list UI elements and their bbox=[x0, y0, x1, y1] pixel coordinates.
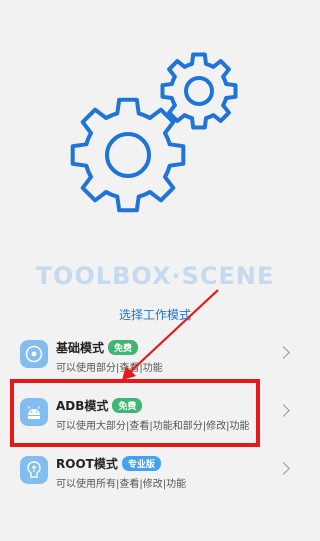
root-icon bbox=[20, 456, 48, 484]
option-description: 可以使用部分|查看|功能 bbox=[56, 363, 163, 374]
chevron-right-icon bbox=[277, 462, 290, 475]
highlight-box bbox=[10, 379, 260, 447]
large-gear-icon bbox=[70, 97, 186, 213]
app-brand-title: TOOLBOX·SCENE bbox=[35, 262, 275, 290]
option-title: 基础模式 免费 bbox=[56, 339, 139, 356]
page-subtitle: 选择工作模式 bbox=[118, 308, 191, 322]
gears-illustration bbox=[70, 52, 238, 213]
chevron-right-icon bbox=[277, 404, 290, 417]
option-description: 可以使用所有|查看|修改|功能 bbox=[56, 479, 187, 490]
chevron-right-icon bbox=[277, 346, 290, 359]
small-gear-icon bbox=[160, 52, 238, 130]
small-gear-hole bbox=[184, 76, 214, 106]
free-badge: 免费 bbox=[108, 340, 139, 355]
large-gear-hole bbox=[105, 132, 151, 178]
pro-badge: 专业版 bbox=[121, 456, 161, 471]
option-root-mode[interactable]: ROOT模式 专业版 可以使用所有|查看|修改|功能 bbox=[0, 446, 310, 498]
option-title: ROOT模式 专业版 bbox=[56, 455, 161, 472]
disc-icon bbox=[20, 340, 48, 368]
option-basic-mode[interactable]: 基础模式 免费 可以使用部分|查看|功能 bbox=[0, 330, 310, 382]
